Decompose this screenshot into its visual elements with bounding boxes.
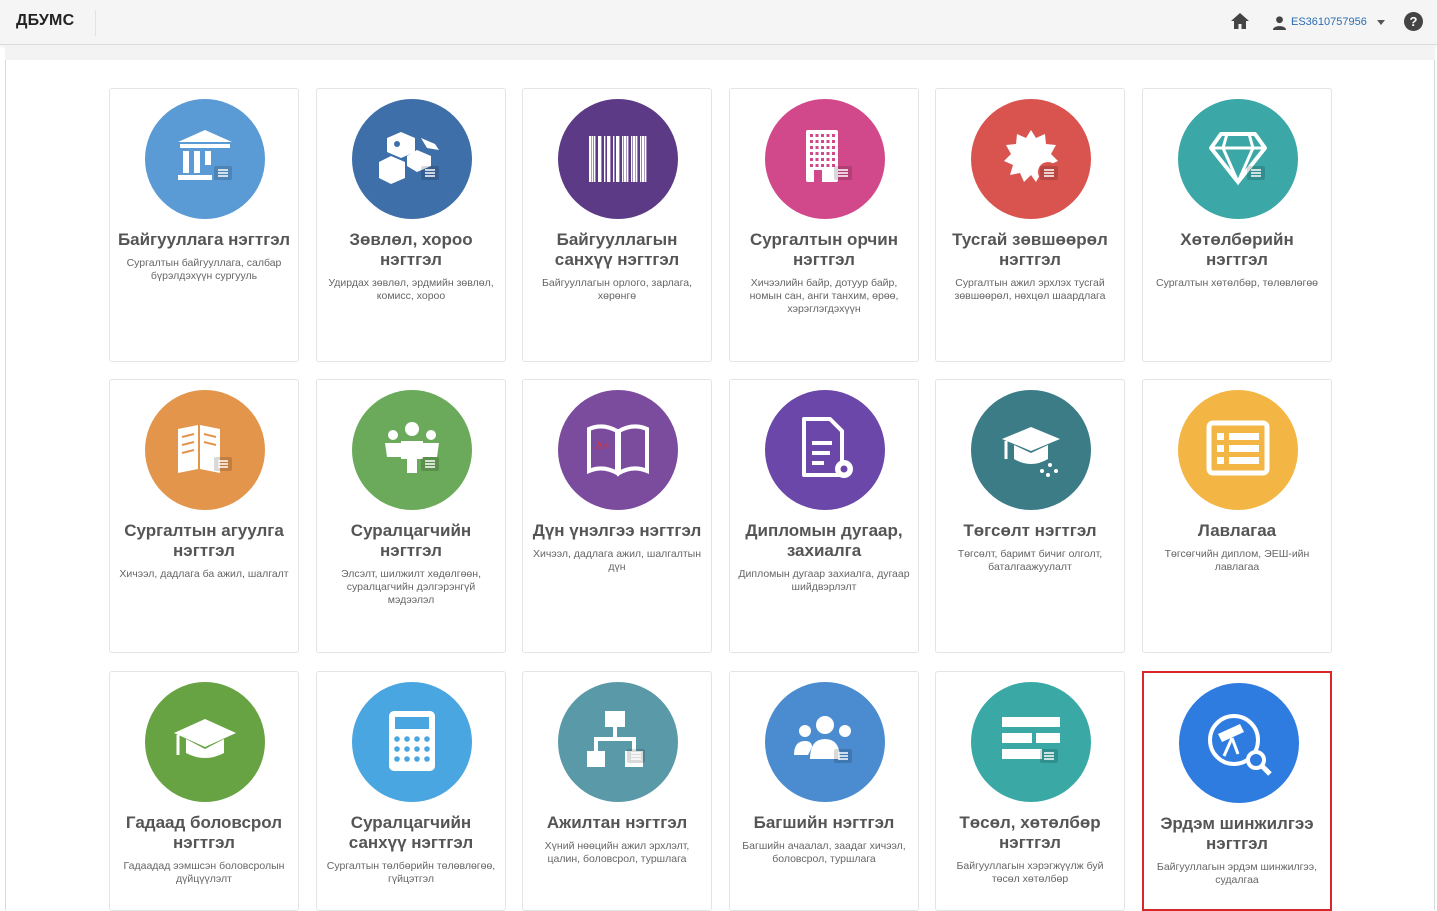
graduation-icon — [971, 390, 1091, 510]
module-title: Сургалтын орчин нэгтгэл — [750, 230, 898, 269]
user-menu[interactable]: ES3610757956 — [1272, 11, 1385, 33]
content-top-band — [5, 45, 1435, 60]
seal-icon — [971, 99, 1091, 219]
module-description: Сургалтын байгууллага, салбар бүрэлдэхүү… — [126, 257, 282, 282]
module-description: Багшийн ачаалал, заадаг хичээл, боловсро… — [742, 840, 906, 865]
module-tile[interactable]: Ажилтан нэгтгэл Хүний нөөцийн ажил эрхлэл… — [522, 671, 712, 911]
module-tile[interactable]: Дипломын дугаар, захиалга Дипломын дугаар… — [729, 379, 919, 653]
org-chart-icon — [558, 682, 678, 802]
users-icon — [765, 682, 885, 802]
module-title: Гадаад боловсрол нэгтгэл — [125, 813, 283, 852]
module-title: Зөвлөл, хороо нэгтгэл — [349, 230, 473, 269]
user-name: ES3610757956 — [1291, 16, 1367, 28]
module-tile[interactable]: Гадаад боловсрол нэгтгэл Гадаадад ээмшсэн… — [109, 671, 299, 911]
module-tile[interactable]: Тусгай зөвшөөрөл нэгтгэл Сургалтын ажил э… — [935, 88, 1125, 362]
module-title: Сургалтын агуулга нэгтгэл — [124, 521, 284, 560]
module-title: Байгууллагын санхүү нэгтгэл — [554, 230, 680, 269]
help-icon[interactable]: ? — [1404, 12, 1423, 31]
module-description: Удирдах зөвлөл, эрдмийн зөвлөл, комисс, … — [328, 277, 494, 302]
module-tile[interactable]: Байгууллагын санхүү нэгтгэл Байгууллагын … — [522, 88, 712, 362]
module-description: Байгууллагын хэрэгжүүлж буй төсөл хөтөлб… — [956, 860, 1104, 885]
module-tile[interactable]: Төсөл, хөтөлбөр нэгтгэл Байгууллагын хэрэ… — [935, 671, 1125, 911]
module-title: Суралцагчийн санхүү нэгтгэл — [348, 813, 474, 852]
user-icon — [1272, 15, 1287, 30]
module-description: Сургалтын төлбөрийн төлөвлөгөө, гүйцэтгэ… — [326, 860, 496, 885]
module-description: Байгууллагын эрдэм шинжилгээ, судалгаа — [1156, 861, 1318, 886]
bank-icon — [145, 99, 265, 219]
svg-text:A+: A+ — [595, 438, 611, 452]
module-title: Дүн үнэлгээ нэгтгэл — [532, 521, 702, 540]
module-tile[interactable]: Зөвлөл, хороо нэгтгэл Удирдах зөвлөл, эрд… — [316, 88, 506, 362]
barcode-icon — [558, 99, 678, 219]
module-tile[interactable]: Сургалтын орчин нэгтгэл Хичээлийн байр, д… — [729, 88, 919, 362]
module-title: Багшийн нэгтгэл — [753, 813, 895, 832]
module-tile[interactable]: Суралцагчийн санхүү нэгтгэл Сургалтын төл… — [316, 671, 506, 911]
mortarboard-icon — [145, 682, 265, 802]
diamond-icon — [1178, 99, 1298, 219]
module-tile[interactable]: Сургалтын агуулга нэгтгэл Хичээл, дадлага… — [109, 379, 299, 653]
bars-icon — [971, 682, 1091, 802]
top-navbar: ДБУМС ES3610757956 ? — [0, 0, 1437, 45]
navbar-divider — [95, 10, 96, 36]
list-icon — [1178, 390, 1298, 510]
home-icon[interactable] — [1229, 10, 1251, 32]
module-tile[interactable]: Лавлагаа Төгсөгчийн диплом, ЭЕШ-ийн лавла… — [1142, 379, 1332, 653]
module-title: Дипломын дугаар, захиалга — [745, 521, 903, 560]
module-description: Байгууллагын орлого, зарлага, хөрөнгө — [541, 277, 692, 302]
book-icon — [145, 390, 265, 510]
module-tile[interactable]: Багшийн нэгтгэл Багшийн ачаалал, заадаг х… — [729, 671, 919, 911]
module-title: Байгууллага нэгтгэл — [117, 230, 291, 249]
open-book-icon: A+ — [558, 390, 678, 510]
module-title: Лавлагаа — [1197, 521, 1277, 540]
module-description: Элсэлт, шилжилт хөдөлгөөн, суралцагчийн … — [341, 568, 481, 606]
module-title: Эрдэм шинжилгээ нэгтгэл — [1160, 814, 1314, 853]
module-title: Хөтөлбөрийн нэгтгэл — [1180, 230, 1294, 269]
module-tile[interactable]: Хөтөлбөрийн нэгтгэл Сургалтын хөтөлбөр, т… — [1142, 88, 1332, 362]
building-icon — [765, 99, 885, 219]
module-title: Ажилтан нэгтгэл — [546, 813, 688, 832]
document-gear-icon — [765, 390, 885, 510]
telescope-icon — [1179, 683, 1299, 803]
cubes-icon — [352, 99, 472, 219]
module-description: Хичээл, дадлага ба ажил, шалгалт — [119, 568, 289, 580]
module-title: Төсөл, хөтөлбөр нэгтгэл — [959, 813, 1101, 852]
module-description: Сургалтын ажил эрхлэх тусгай зөвшөөрөл, … — [954, 277, 1106, 302]
module-tile[interactable]: Байгууллага нэгтгэл Сургалтын байгууллага… — [109, 88, 299, 362]
module-title: Төгсөлт нэгтгэл — [963, 521, 1097, 540]
module-tile[interactable]: A+ Дүн үнэлгээ нэгтгэл Хичээл, дадлага ажи… — [522, 379, 712, 653]
module-description: Хичээлийн байр, дотуур байр, номын сан, … — [749, 277, 899, 315]
module-description: Төгсөгчийн диплом, ЭЕШ-ийн лавлагаа — [1164, 548, 1310, 573]
module-tile[interactable]: Эрдэм шинжилгээ нэгтгэл Байгууллагын эрдэ… — [1142, 671, 1332, 911]
module-description: Хичээл, дадлага ажил, шалгалтын дүн — [533, 548, 701, 573]
module-description: Гадаадад ээмшсэн боловсролын дүйцүүлэлт — [123, 860, 285, 885]
module-description: Сургалтын хөтөлбөр, төлөвлөгөө — [1155, 277, 1318, 289]
students-icon — [352, 390, 472, 510]
module-tile[interactable]: Төгсөлт нэгтгэл Төгсөлт, баримт бичиг олг… — [935, 379, 1125, 653]
calculator-icon — [352, 682, 472, 802]
chevron-down-icon — [1376, 19, 1385, 25]
brand-logo[interactable]: ДБУМС — [16, 12, 74, 30]
module-description: Хүний нөөцийн ажил эрхлэлт, цалин, болов… — [544, 840, 690, 865]
module-description: Төгсөлт, баримт бичиг олголт, баталгаажу… — [957, 548, 1103, 573]
module-tile[interactable]: Суралцагчийн нэгтгэл Элсэлт, шилжилт хөдө… — [316, 379, 506, 653]
module-description: Дипломын дугаар захиалга, дугаар шийдвэр… — [738, 568, 910, 593]
module-title: Тусгай зөвшөөрөл нэгтгэл — [952, 230, 1108, 269]
module-title: Суралцагчийн нэгтгэл — [350, 521, 472, 560]
